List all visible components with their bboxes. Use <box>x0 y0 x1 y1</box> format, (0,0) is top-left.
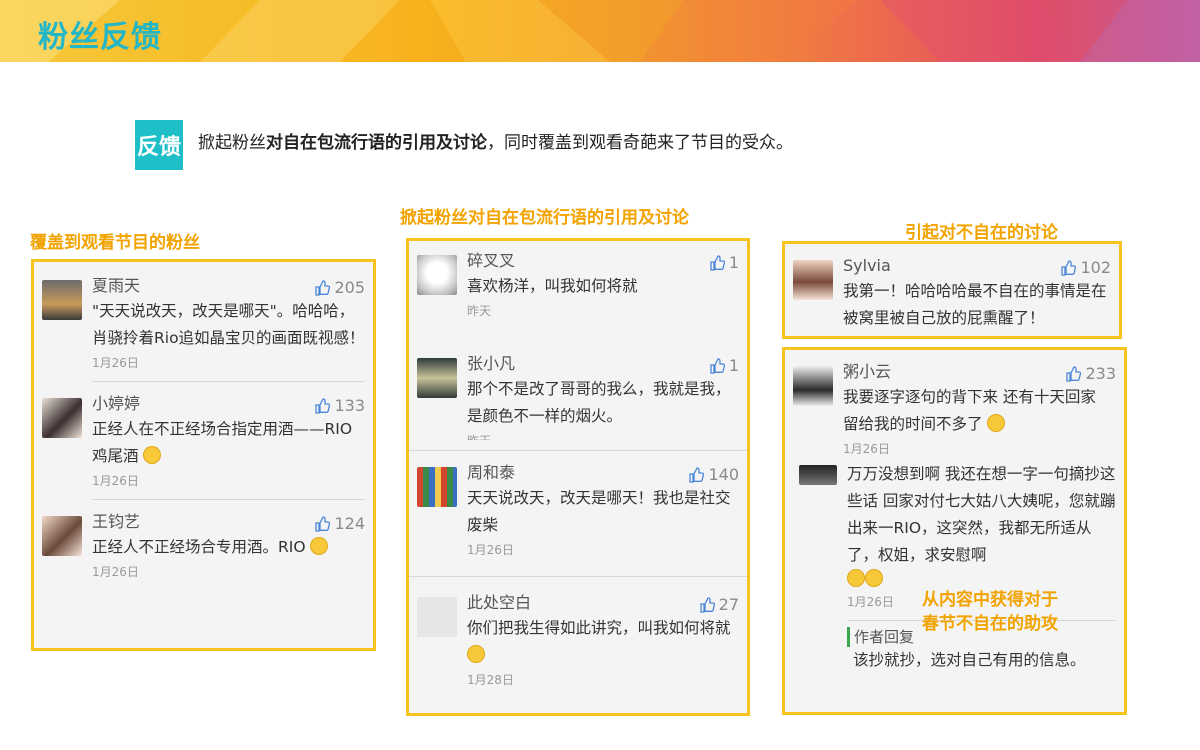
divider <box>92 499 365 500</box>
like-button[interactable]: 27 <box>699 595 739 614</box>
comment-text: 我要逐字逐句的背下来 还有十天回家 留给我的时间不多了 <box>843 384 1124 438</box>
caption-column-3: 引起对不自在的讨论 <box>905 223 1058 243</box>
comment-text-content: 正经人在不正经场合指定用酒——RIO鸡尾酒 <box>92 420 353 465</box>
like-button[interactable]: 205 <box>314 278 365 297</box>
crying-emoji-icon <box>865 569 883 587</box>
section-tag: 反馈 <box>135 120 183 170</box>
comment-text-content: 正经人不正经场合专用酒。RIO <box>92 538 306 556</box>
comment-item: 王钧艺 124 正经人不正经场合专用酒。RIO 1月26日 <box>34 510 373 580</box>
comment-item: 小婷婷 133 正经人在不正经场合指定用酒——RIO鸡尾酒 1月26日 <box>34 392 373 489</box>
like-count: 27 <box>718 595 739 614</box>
like-count: 140 <box>708 465 739 484</box>
comment-text: 正经人不正经场合专用酒。RIO <box>92 534 373 561</box>
comment-text: "天天说改天，改天是哪天"。哈哈哈，肖骁拎着Rio追如晶宝贝的画面既视感！ <box>92 302 365 347</box>
thumbs-up-icon <box>315 515 331 532</box>
author-reply-text: 该抄就抄，选对自己有用的信息。 <box>853 651 1086 669</box>
caption-column-1: 覆盖到观看节目的粉丝 <box>30 233 200 253</box>
comment-date: 1月28日 <box>467 673 514 687</box>
avatar <box>417 467 457 507</box>
comment-text: 那个不是改了哥哥的我么，我就是我，是颜色不一样的烟火。 <box>467 380 731 425</box>
like-button[interactable]: 140 <box>688 465 739 484</box>
thumbs-up-icon <box>315 397 331 414</box>
like-count: 233 <box>1085 364 1116 383</box>
divider <box>409 450 747 451</box>
thumbs-up-icon <box>1061 259 1077 276</box>
comment-item: 碎叉叉 1 喜欢杨洋，叫我如何将就 昨天 <box>409 249 747 319</box>
like-button[interactable]: 1 <box>709 356 739 375</box>
avatar <box>42 398 82 438</box>
comment-text: 喜欢杨洋，叫我如何将就 <box>467 277 638 295</box>
annotation-line-2: 春节不自在的助攻 <box>922 614 1058 634</box>
like-count: 102 <box>1080 258 1111 277</box>
header-banner: 粉丝反馈 <box>0 0 1200 62</box>
thumbs-up-icon <box>1066 365 1082 382</box>
avatar <box>42 280 82 320</box>
avatar <box>417 255 457 295</box>
comment-text-content: 你们把我生得如此讲究，叫我如何将就 <box>467 619 731 637</box>
comment-text: 天天说改天，改天是哪天！我也是社交废柴 <box>467 489 731 534</box>
avatar <box>793 260 833 300</box>
intro-text-post: ，同时覆盖到观看奇葩来了节目的受众。 <box>487 133 793 153</box>
caption-column-2: 掀起粉丝对自在包流行语的引用及讨论 <box>400 208 689 228</box>
comment-text-content: 我要逐字逐句的背下来 还有十天回家 留给我的时间不多了 <box>843 388 1096 433</box>
like-button[interactable]: 133 <box>314 396 365 415</box>
comment-date: 昨天 <box>467 304 492 318</box>
avatar <box>793 366 833 406</box>
comment-date: 1月26日 <box>92 565 139 579</box>
divider <box>409 335 747 336</box>
like-count: 1 <box>728 253 739 272</box>
comment-date: 1月26日 <box>92 356 139 370</box>
annotation-line-1: 从内容中获得对于 <box>922 590 1058 610</box>
divider <box>92 381 365 382</box>
thumbs-up-icon <box>710 254 725 271</box>
like-count: 133 <box>334 396 365 415</box>
laughing-emoji-icon <box>143 446 162 464</box>
smirk-emoji-icon <box>467 645 485 663</box>
avatar <box>799 465 837 485</box>
annotation-note: 从内容中获得对于 春节不自在的助攻 <box>922 588 1058 636</box>
sunglasses-emoji-icon <box>310 537 329 555</box>
thumbs-up-icon <box>699 596 715 613</box>
comment-item: 粥小云 233 我要逐字逐句的背下来 还有十天回家 留给我的时间不多了 1月26… <box>785 360 1124 457</box>
divider <box>409 576 747 577</box>
like-button[interactable]: 1 <box>709 253 739 272</box>
comment-date: 1月26日 <box>843 442 890 456</box>
thumbs-up-icon <box>710 357 725 374</box>
comment-panel-2: 碎叉叉 1 喜欢杨洋，叫我如何将就 昨天 张小凡 1 那个不是改了哥哥的我么，我… <box>406 238 750 716</box>
avatar <box>417 597 457 637</box>
comment-item: 张小凡 1 那个不是改了哥哥的我么，我就是我，是颜色不一样的烟火。 昨天 <box>409 352 747 440</box>
avatar <box>417 358 457 398</box>
comment-panel-3: Sylvia 102 我第一！哈哈哈哈最不自在的事情是在被窝里被自己放的屁熏醒了… <box>782 241 1122 339</box>
avatar <box>42 516 82 556</box>
comment-text: 万万没想到啊 我还在想一字一句摘抄这些话 回家对付七大姑八大姨呢，您就蹦出来一R… <box>847 465 1116 564</box>
intro-text: 掀起粉丝对自在包流行语的引用及讨论，同时覆盖到观看奇葩来了节目的受众。 <box>198 128 793 153</box>
comment-date: 1月26日 <box>92 474 139 488</box>
comment-text: 你们把我生得如此讲究，叫我如何将就 <box>467 615 747 669</box>
comment-date: 昨天 <box>467 432 747 440</box>
comment-panel-4: 粥小云 233 我要逐字逐句的背下来 还有十天回家 留给我的时间不多了 1月26… <box>782 347 1127 715</box>
comment-text: 我第一！哈哈哈哈最不自在的事情是在被窝里被自己放的屁熏醒了！ <box>843 282 1107 327</box>
smile-emoji-icon <box>987 414 1006 432</box>
like-count: 205 <box>334 278 365 297</box>
like-button[interactable]: 102 <box>1060 258 1111 277</box>
comment-author[interactable]: 碎叉叉 <box>467 249 747 273</box>
comment-item: 此处空白 27 你们把我生得如此讲究，叫我如何将就 1月28日 <box>409 591 747 688</box>
crying-emoji-icon <box>847 569 865 587</box>
thumbs-up-icon <box>315 279 331 296</box>
page-title: 粉丝反馈 <box>38 20 162 55</box>
like-button[interactable]: 233 <box>1065 364 1116 383</box>
thumbs-up-icon <box>689 466 705 483</box>
comment-date: 1月26日 <box>467 543 514 557</box>
comment-item: 夏雨天 205 "天天说改天，改天是哪天"。哈哈哈，肖骁拎着Rio追如晶宝贝的画… <box>34 274 373 371</box>
comment-item: Sylvia 102 我第一！哈哈哈哈最不自在的事情是在被窝里被自己放的屁熏醒了… <box>785 254 1119 332</box>
like-button[interactable]: 124 <box>314 514 365 533</box>
intro-text-bold: 对自在包流行语的引用及讨论 <box>266 133 487 153</box>
like-count: 1 <box>728 356 739 375</box>
comment-text: 正经人在不正经场合指定用酒——RIO鸡尾酒 <box>92 416 373 470</box>
comment-item: 周和泰 140 天天说改天，改天是哪天！我也是社交废柴 1月26日 <box>409 461 747 558</box>
like-count: 124 <box>334 514 365 533</box>
intro-text-pre: 掀起粉丝 <box>198 133 266 153</box>
comment-panel-1: 夏雨天 205 "天天说改天，改天是哪天"。哈哈哈，肖骁拎着Rio追如晶宝贝的画… <box>31 259 376 651</box>
comment-author[interactable]: 张小凡 <box>467 352 747 376</box>
